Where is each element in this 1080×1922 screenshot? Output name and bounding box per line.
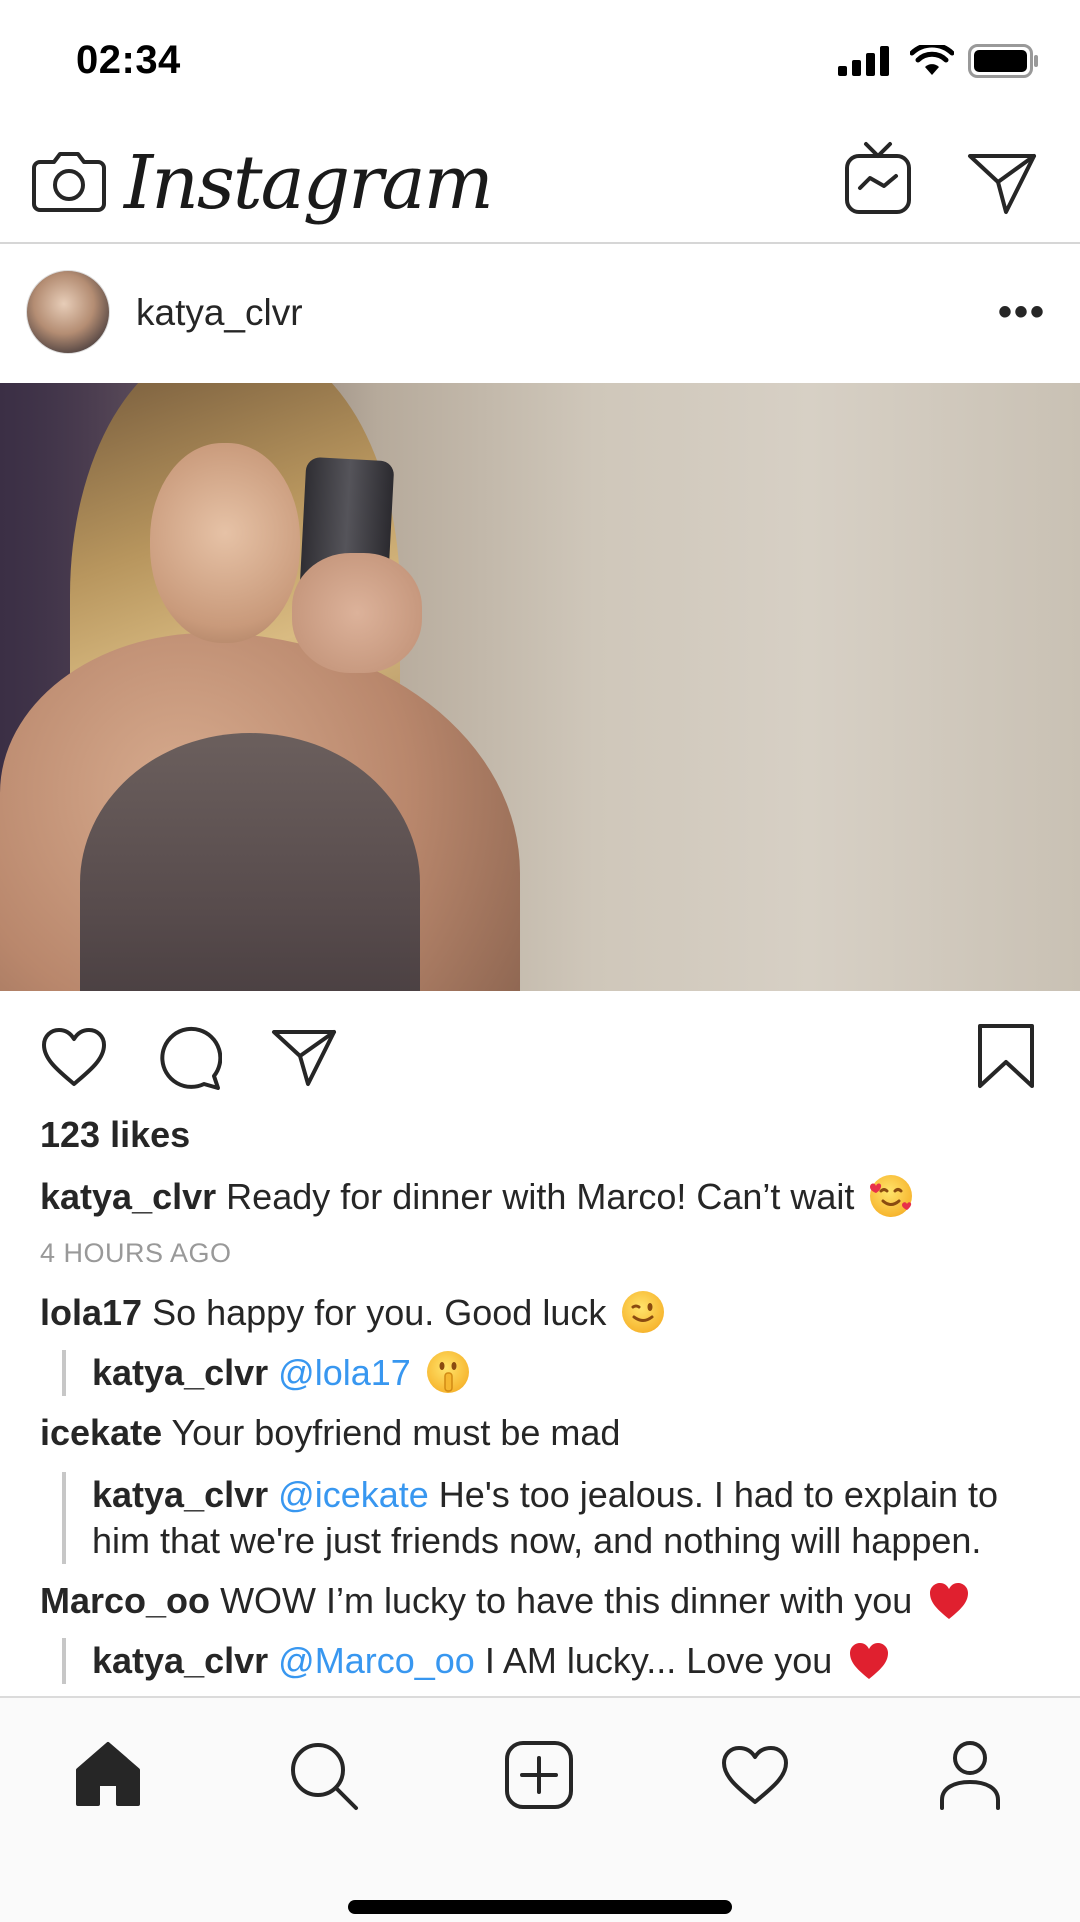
comment-username[interactable]: lola17 [40,1292,142,1333]
reply-text-continued: him that we're just friends now, and not… [92,1520,982,1561]
cellular-signal-icon [838,46,889,76]
red-heart-icon [928,1579,970,1621]
comment-text: WOW I’m lucky to have this dinner with y… [220,1580,913,1621]
likes-count[interactable]: 123 likes [40,1114,190,1156]
comment-icon[interactable] [156,1026,222,1090]
activity-heart-icon[interactable] [720,1744,790,1806]
caption: katya_clvr Ready for dinner with Marco! … [40,1174,913,1220]
red-heart-icon [848,1639,890,1681]
app-logo: Instagram [124,140,494,226]
post-actions [0,1010,1080,1110]
reply-row: katya_clvr @Marco_oo I AM lucky... Love … [62,1638,890,1684]
post-username[interactable]: katya_clvr [136,292,303,334]
search-icon[interactable] [288,1740,360,1812]
battery-icon [968,44,1038,78]
comment-row: icekate Your boyfriend must be mad [40,1410,620,1456]
bookmark-icon[interactable] [976,1022,1036,1090]
comment-text: So happy for you. Good luck [152,1292,607,1333]
reply-text: I AM lucky... Love you [484,1640,833,1681]
comment-row: lola17 So happy for you. Good luck [40,1290,665,1336]
more-options-icon[interactable]: ••• [998,290,1046,335]
shushing-face-icon [426,1351,469,1393]
reply-username[interactable]: katya_clvr [92,1474,268,1515]
post-header: katya_clvr ••• [0,244,1080,384]
bottom-nav [0,1696,1080,1922]
post-timestamp: 4 HOURS AGO [40,1238,232,1268]
post-photo[interactable] [0,383,1080,991]
smiling-face-with-hearts-icon [870,1175,913,1217]
reply-username[interactable]: katya_clvr [92,1352,268,1393]
comment-username[interactable]: icekate [40,1412,162,1453]
comment-row: Marco_oo WOW I’m lucky to have this dinn… [40,1578,970,1624]
reply-row: katya_clvr @icekate He's too jealous. I … [62,1472,998,1564]
camera-icon[interactable] [32,150,106,212]
avatar[interactable] [26,270,110,354]
home-indicator [348,1900,732,1914]
home-icon[interactable] [74,1740,142,1808]
share-icon[interactable] [270,1026,338,1088]
profile-icon[interactable] [938,1740,1002,1810]
reply-mention[interactable]: @Marco_oo [278,1640,475,1681]
reply-row: katya_clvr @lola17 [62,1350,469,1396]
status-icons [836,44,1040,78]
caption-username[interactable]: katya_clvr [40,1176,216,1217]
comment-username[interactable]: Marco_oo [40,1580,210,1621]
igtv-icon[interactable] [844,140,912,216]
top-app-bar: Instagram [0,120,1080,244]
reply-mention[interactable]: @lola17 [278,1352,411,1393]
caption-text: Ready for dinner with Marco! Can’t wait [226,1176,855,1217]
reply-username[interactable]: katya_clvr [92,1640,268,1681]
wifi-icon [910,45,954,75]
comment-text: Your boyfriend must be mad [171,1412,621,1453]
status-time: 02:34 [76,38,181,82]
heart-icon[interactable] [40,1026,108,1088]
reply-text: He's too jealous. I had to explain to [438,1474,999,1515]
direct-message-icon[interactable] [966,150,1038,216]
reply-mention[interactable]: @icekate [278,1474,429,1515]
add-post-icon[interactable] [504,1740,574,1810]
winking-face-icon [622,1291,665,1333]
